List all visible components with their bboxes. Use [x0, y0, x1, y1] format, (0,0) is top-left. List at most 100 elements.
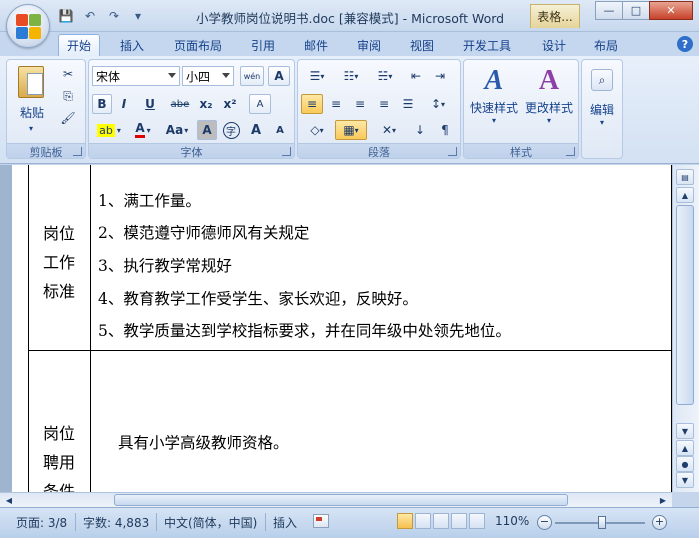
underline-button[interactable]: U [136, 94, 164, 114]
word-count-status[interactable]: 字数: 4,883 [83, 514, 149, 531]
select-browse-object-icon[interactable]: ● [676, 456, 694, 472]
tab-design[interactable]: 设计 [534, 34, 574, 56]
bullets-button[interactable]: ☰ ▾ [301, 66, 333, 86]
multilevel-list-button[interactable]: ☵ ▾ [369, 66, 401, 86]
shading-button[interactable]: ◇ ▾ [301, 120, 333, 140]
grow-font-button[interactable]: A [245, 120, 267, 140]
zoom-in-button[interactable]: + [652, 515, 667, 530]
clear-formatting-button[interactable]: A [249, 94, 271, 114]
font-launcher-icon[interactable] [282, 147, 291, 156]
full-screen-reading-view-icon[interactable] [415, 513, 431, 529]
format-painter-icon[interactable]: 🖌 [57, 108, 79, 128]
close-button[interactable]: ✕ [649, 1, 693, 20]
clipboard-launcher-icon[interactable] [73, 147, 82, 156]
horizontal-scrollbar[interactable]: ◀ ▶ [0, 492, 672, 507]
save-icon[interactable]: 💾 [56, 7, 76, 25]
shrink-font-button[interactable]: A [269, 120, 291, 140]
language-status[interactable]: 中文(简体，中国) [164, 514, 257, 531]
subscript-button[interactable]: x₂ [195, 94, 217, 114]
vertical-scroll-thumb[interactable] [676, 205, 694, 405]
standard-line-4[interactable]: 4、教育教学工作受学生、家长欢迎，反映好。 [98, 287, 418, 309]
document-page[interactable]: 岗位工作标准 1、满工作量。 2、模范遵守师德师风有关规定 3、执行教学常规好 … [12, 165, 672, 492]
table-tools-context-tab[interactable]: 表格... [530, 4, 580, 28]
center-button[interactable]: ≡ [325, 94, 347, 114]
tab-home[interactable]: 开始 [58, 34, 100, 56]
scroll-left-icon[interactable]: ◀ [2, 493, 16, 507]
undo-icon[interactable]: ↶ [80, 7, 100, 25]
scroll-right-icon[interactable]: ▶ [656, 493, 670, 507]
character-border-button[interactable]: A [268, 66, 290, 86]
redo-icon[interactable]: ↷ [104, 7, 124, 25]
tab-developer[interactable]: 开发工具 [454, 34, 520, 56]
tab-layout[interactable]: 布局 [586, 34, 626, 56]
quick-styles-button[interactable]: A 快速样式 ▾ [468, 63, 520, 139]
phonetic-guide-button[interactable]: wén [240, 66, 264, 86]
line-spacing-button[interactable]: ↕ ▾ [423, 94, 453, 114]
paragraph-launcher-icon[interactable] [448, 147, 457, 156]
standard-line-3[interactable]: 3、执行教学常规好 [98, 254, 232, 276]
standard-line-1[interactable]: 1、满工作量。 [98, 189, 201, 211]
standard-label-cell[interactable]: 岗位工作标准 [28, 219, 90, 306]
zoom-level[interactable]: 110% [495, 514, 529, 528]
enclose-characters-button[interactable]: 字 [220, 120, 242, 140]
tab-view[interactable]: 视图 [402, 34, 442, 56]
zoom-out-button[interactable]: − [537, 515, 552, 530]
macro-recording-icon[interactable] [313, 514, 329, 528]
chinese-layout-button[interactable]: ✕ ▾ [373, 120, 405, 140]
zoom-slider-thumb[interactable] [598, 516, 606, 529]
tab-review[interactable]: 审阅 [349, 34, 389, 56]
customize-qat-icon[interactable]: ▾ [128, 7, 148, 25]
print-layout-view-icon[interactable] [397, 513, 413, 529]
minimize-button[interactable]: — [595, 1, 623, 20]
vertical-scrollbar[interactable]: ▤ ▲ ▼ ▲ ● ▼ [672, 165, 699, 492]
document-area[interactable]: 岗位工作标准 1、满工作量。 2、模范遵守师德师风有关规定 3、执行教学常规好 … [0, 165, 672, 492]
decrease-indent-button[interactable]: ⇤ [405, 66, 427, 86]
page-count-status[interactable]: 页面: 3/8 [16, 514, 67, 531]
numbering-button[interactable]: ☷ ▾ [335, 66, 367, 86]
sort-button[interactable]: ↓ [409, 120, 431, 140]
font-color-button[interactable]: A ▾ [128, 120, 158, 140]
distributed-button[interactable]: ☰ [397, 94, 419, 114]
styles-launcher-icon[interactable] [566, 147, 575, 156]
next-page-icon[interactable]: ▼ [676, 472, 694, 488]
previous-page-icon[interactable]: ▲ [676, 440, 694, 456]
font-size-combo[interactable]: 小四 [182, 66, 234, 86]
strikethrough-button[interactable]: abe [167, 94, 193, 114]
tab-references[interactable]: 引用 [243, 34, 283, 56]
outline-view-icon[interactable] [451, 513, 467, 529]
justify-button[interactable]: ≡ [373, 94, 395, 114]
standard-line-2[interactable]: 2、模范遵守师德师风有关规定 [98, 221, 309, 243]
italic-button[interactable]: I [114, 94, 134, 114]
superscript-button[interactable]: x² [219, 94, 241, 114]
show-marks-button[interactable]: ¶ [434, 120, 456, 140]
web-layout-view-icon[interactable] [433, 513, 449, 529]
font-name-combo[interactable]: 宋体 [92, 66, 180, 86]
cut-icon[interactable]: ✂ [57, 64, 79, 84]
tab-mailings[interactable]: 邮件 [296, 34, 336, 56]
align-right-button[interactable]: ≡ [349, 94, 371, 114]
change-case-button[interactable]: Aa ▾ [161, 120, 193, 140]
paste-button[interactable]: 粘贴 ▾ [13, 64, 51, 138]
highlight-button[interactable]: ab ▾ [92, 120, 126, 140]
standard-line-5[interactable]: 5、教学质量达到学校指标要求，并在同年级中处领先地位。 [98, 319, 511, 341]
hiring-label-cell[interactable]: 岗位聘用条件 [28, 419, 90, 492]
change-styles-button[interactable]: A 更改样式 ▾ [522, 63, 576, 139]
insert-mode-status[interactable]: 插入 [273, 514, 297, 531]
office-button[interactable] [6, 4, 50, 48]
editing-button[interactable]: ⌕ 编辑 ▾ [584, 63, 620, 153]
ruler-toggle-icon[interactable]: ▤ [676, 169, 694, 185]
scroll-down-icon[interactable]: ▼ [676, 423, 694, 439]
maximize-button[interactable]: □ [622, 1, 650, 20]
draft-view-icon[interactable] [469, 513, 485, 529]
tab-insert[interactable]: 插入 [112, 34, 152, 56]
borders-button[interactable]: ▦ ▾ [335, 120, 367, 140]
character-shading-button[interactable]: A [197, 120, 217, 140]
horizontal-scroll-thumb[interactable] [114, 494, 568, 506]
hiring-text[interactable]: 具有小学高级教师资格。 [118, 431, 289, 453]
copy-icon[interactable]: ⎘ [57, 86, 79, 106]
align-left-button[interactable]: ≡ [301, 94, 323, 114]
increase-indent-button[interactable]: ⇥ [429, 66, 451, 86]
bold-button[interactable]: B [92, 94, 112, 114]
tab-page-layout[interactable]: 页面布局 [166, 34, 230, 56]
help-icon[interactable]: ? [677, 36, 693, 52]
